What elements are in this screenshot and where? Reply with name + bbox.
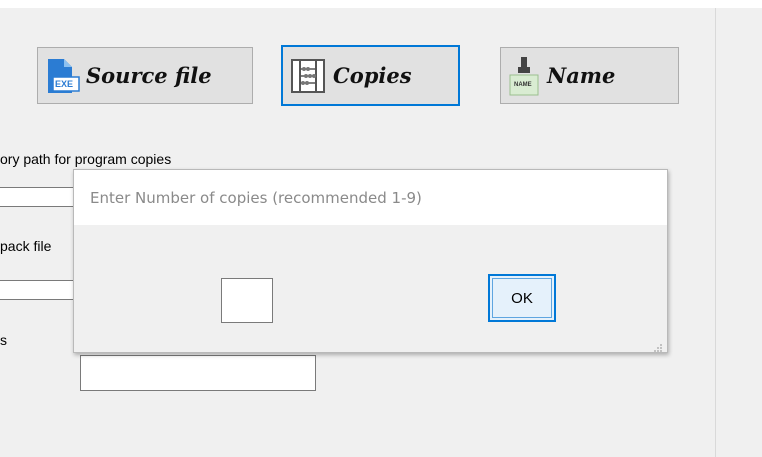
right-side-panel xyxy=(715,8,762,457)
ok-button-label: OK xyxy=(511,289,533,307)
exe-file-icon: EXE xyxy=(44,57,80,95)
pack-file-input[interactable] xyxy=(0,280,80,300)
pack-file-label: pack file xyxy=(0,238,52,254)
window-top-strip xyxy=(0,0,762,8)
source-file-label: Source file xyxy=(86,63,212,88)
name-tag-icon: NAME xyxy=(507,55,541,97)
directory-path-input[interactable] xyxy=(0,187,80,207)
third-field-input[interactable] xyxy=(80,355,316,391)
third-field-label: s xyxy=(0,332,7,348)
source-file-button[interactable]: EXE Source file xyxy=(37,47,253,104)
directory-path-label: ory path for program copies xyxy=(0,151,172,167)
name-button[interactable]: NAME Name xyxy=(500,47,679,104)
copies-label: Copies xyxy=(333,63,412,88)
exe-badge-text: EXE xyxy=(55,78,74,89)
abacus-icon xyxy=(289,57,327,95)
resize-grip-icon[interactable] xyxy=(653,338,663,352)
copies-input[interactable] xyxy=(221,278,273,323)
name-tag-text: NAME xyxy=(514,81,532,88)
dialog-prompt: Enter Number of copies (recommended 1-9) xyxy=(74,170,667,225)
copies-dialog: Enter Number of copies (recommended 1-9)… xyxy=(73,169,668,353)
name-label: Name xyxy=(547,63,616,88)
ok-button[interactable]: OK xyxy=(488,274,556,322)
copies-button[interactable]: Copies xyxy=(281,45,460,106)
